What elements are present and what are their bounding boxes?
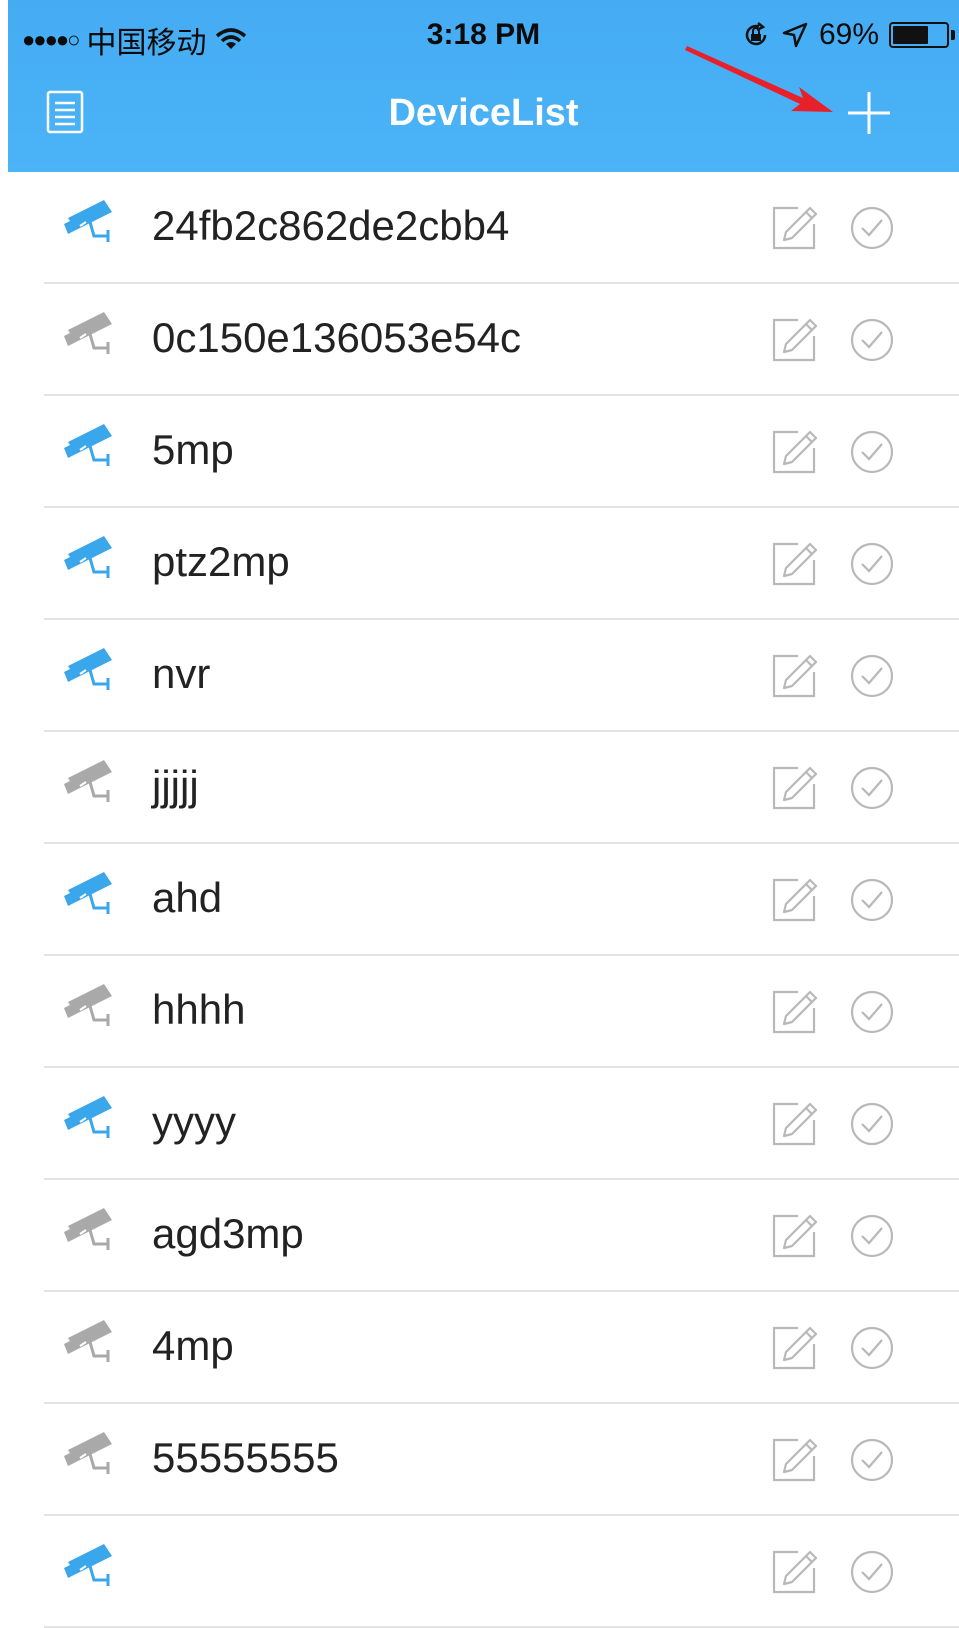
check-circle-icon[interactable] <box>848 1436 896 1484</box>
device-row[interactable]: hhhh <box>0 956 959 1068</box>
check-circle-icon[interactable] <box>848 1212 896 1260</box>
camera-icon <box>64 312 112 354</box>
camera-icon <box>64 872 112 914</box>
check-circle-icon[interactable] <box>848 540 896 588</box>
device-row[interactable]: jjjjj <box>0 732 959 844</box>
device-row[interactable]: 5mp <box>0 396 959 508</box>
device-row[interactable]: 0c150e136053e54c <box>0 284 959 396</box>
device-name: 0c150e136053e54c <box>152 314 522 361</box>
camera-icon <box>64 424 112 466</box>
device-name: jjjjj <box>152 762 199 809</box>
device-name: ptz2mp <box>152 538 290 585</box>
camera-icon <box>64 648 112 690</box>
device-name: yyyy <box>152 1098 236 1145</box>
camera-icon <box>64 1432 112 1474</box>
camera-icon <box>64 1320 112 1362</box>
edit-icon[interactable] <box>770 764 818 812</box>
check-circle-icon[interactable] <box>848 1548 896 1596</box>
device-row[interactable]: agd3mp <box>0 1180 959 1292</box>
edit-icon[interactable] <box>770 876 818 924</box>
camera-icon <box>64 984 112 1026</box>
device-row[interactable] <box>0 1516 959 1628</box>
device-row[interactable]: nvr <box>0 620 959 732</box>
edit-icon[interactable] <box>770 652 818 700</box>
edit-icon[interactable] <box>770 1548 818 1596</box>
device-row[interactable]: 24fb2c862de2cbb4 <box>0 172 959 284</box>
add-device-button[interactable] <box>844 88 894 138</box>
check-circle-icon[interactable] <box>848 876 896 924</box>
device-name: 24fb2c862de2cbb4 <box>152 202 510 249</box>
device-name: ahd <box>152 874 223 921</box>
camera-icon <box>64 760 112 802</box>
edit-icon[interactable] <box>770 428 818 476</box>
device-name: 55555555 <box>152 1434 339 1481</box>
edit-icon[interactable] <box>770 988 818 1036</box>
camera-icon <box>64 536 112 578</box>
check-circle-icon[interactable] <box>848 988 896 1036</box>
edit-icon[interactable] <box>770 1100 818 1148</box>
edit-icon[interactable] <box>770 540 818 588</box>
edit-icon[interactable] <box>770 1212 818 1260</box>
check-circle-icon[interactable] <box>848 1100 896 1148</box>
battery-icon <box>889 22 955 48</box>
check-circle-icon[interactable] <box>848 316 896 364</box>
device-name: nvr <box>152 650 211 697</box>
edit-icon[interactable] <box>770 204 818 252</box>
check-circle-icon[interactable] <box>848 204 896 252</box>
device-name: 4mp <box>152 1322 234 1369</box>
device-name: 5mp <box>152 426 234 473</box>
device-row[interactable]: 55555555 <box>0 1404 959 1516</box>
annotation-arrow-icon <box>685 46 833 112</box>
app-header: ●●●●○ 中国移动 3:18 PM 69% DeviceList <box>8 0 959 172</box>
check-circle-icon[interactable] <box>848 1324 896 1372</box>
camera-icon <box>64 1208 112 1250</box>
device-name: agd3mp <box>152 1210 304 1257</box>
device-row[interactable]: ptz2mp <box>0 508 959 620</box>
device-row[interactable]: ahd <box>0 844 959 956</box>
check-circle-icon[interactable] <box>848 764 896 812</box>
edit-icon[interactable] <box>770 1324 818 1372</box>
device-list: 24fb2c862de2cbb4 0c150e136053e54c 5mp pt… <box>0 172 959 1628</box>
edit-icon[interactable] <box>770 1436 818 1484</box>
camera-icon <box>64 200 112 242</box>
device-row[interactable]: 4mp <box>0 1292 959 1404</box>
check-circle-icon[interactable] <box>848 652 896 700</box>
camera-icon <box>64 1096 112 1138</box>
edit-icon[interactable] <box>770 316 818 364</box>
device-name: hhhh <box>152 986 246 1033</box>
camera-icon <box>64 1544 112 1586</box>
device-row[interactable]: yyyy <box>0 1068 959 1180</box>
check-circle-icon[interactable] <box>848 428 896 476</box>
